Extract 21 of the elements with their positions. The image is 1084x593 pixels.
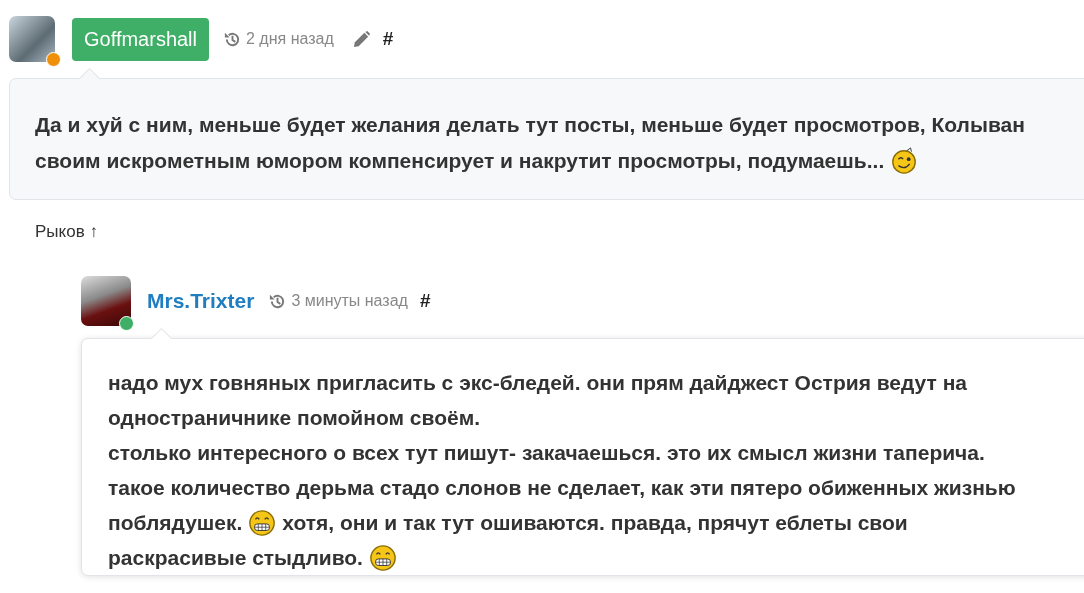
permalink[interactable]: #: [382, 28, 394, 50]
comment-text: своим искрометным юмором компенсирует и накрутит просмотры, подумаешь...: [35, 149, 885, 173]
comment-text: хотя, они и так тут ошиваются. правда, прячут еблеты свои: [282, 510, 908, 535]
comment-text: столько интересного о всех тут пишут- закачаешься. это их смысл жизни таперича.: [108, 440, 985, 465]
comment-text: такое количество дерьма стадо слонов не сделает, как эти пятеро обиженных жизнью: [108, 475, 1016, 500]
comment-text: раскрасивые стыдливо.: [108, 545, 363, 570]
comment-text: надо мух говняных пригласить с экс-бледей. они прям дайджест Острия ведут на: [108, 370, 968, 395]
comment-text: Да и хуй с ним, меньше будет желания делать тут посты, меньше будет просмотров, Колыван: [35, 113, 1025, 137]
comment-text: одностраничнике помойном своём.: [108, 405, 480, 430]
grin-smiley-icon: [368, 543, 397, 572]
comment-text: поблядушек.: [108, 510, 243, 535]
grin-smiley-icon: [248, 508, 277, 537]
permalink[interactable]: #: [419, 290, 431, 312]
username-badge[interactable]: Goffmarshall: [72, 17, 209, 61]
username-link[interactable]: Mrs.Trixter: [147, 289, 255, 313]
post-time[interactable]: 3 минуты назад: [291, 292, 408, 310]
post-time[interactable]: 2 дня назад: [246, 30, 334, 48]
pencil-icon[interactable]: [351, 29, 371, 49]
smiley-icon: [890, 147, 919, 175]
avatar-photo-placeholder[interactable]: [81, 276, 131, 326]
parent-post-link[interactable]: Рыков ↑: [35, 222, 98, 241]
